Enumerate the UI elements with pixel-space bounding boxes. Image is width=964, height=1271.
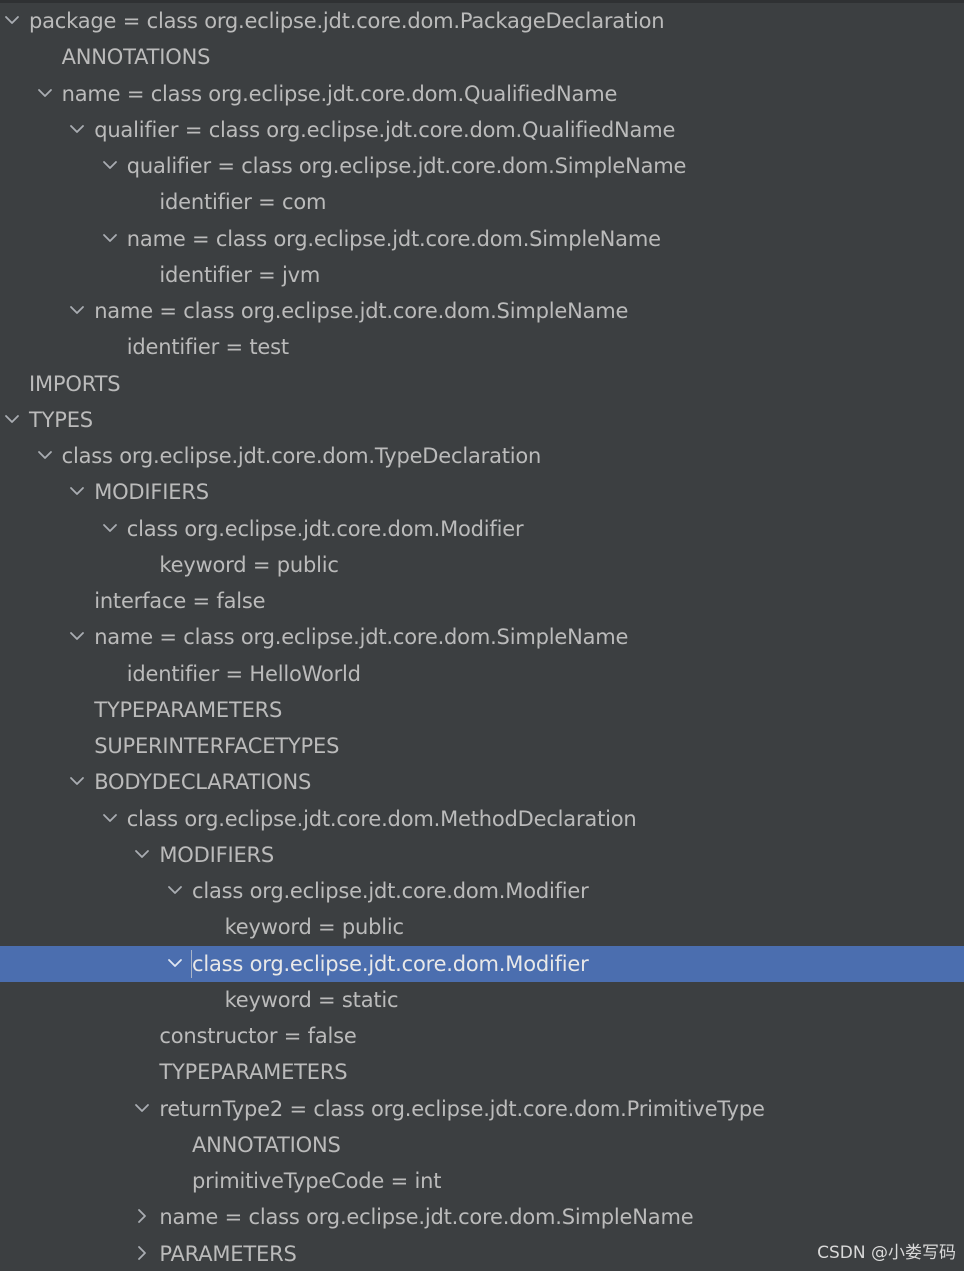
- tree-row[interactable]: keyword = public: [0, 909, 964, 945]
- tree-node-label: primitiveTypeCode = int: [192, 1169, 442, 1193]
- chevron-down-icon[interactable]: [167, 882, 183, 898]
- tree-node-label: TYPEPARAMETERS: [94, 697, 283, 722]
- tree-node-label: name = class org.eclipse.jdt.core.dom.Si…: [126, 226, 661, 251]
- tree-node-label: identifier = test: [126, 335, 289, 360]
- tree-row[interactable]: primitiveTypeCode = int: [0, 1163, 964, 1199]
- tree-row[interactable]: qualifier = class org.eclipse.jdt.core.d…: [0, 112, 964, 148]
- tree-node-label: keyword = public: [159, 552, 339, 577]
- tree-node-label: keyword = static: [224, 987, 399, 1012]
- chevron-down-icon[interactable]: [37, 447, 53, 463]
- tree-row[interactable]: constructor = false: [0, 1018, 964, 1054]
- chevron-down-icon[interactable]: [69, 773, 85, 789]
- chevron-down-icon[interactable]: [134, 1100, 150, 1116]
- chevron-down-icon[interactable]: [69, 483, 85, 499]
- tree-node-label: returnType2 = class org.eclipse.jdt.core…: [159, 1096, 765, 1121]
- tree-node-label: class org.eclipse.jdt.core.dom.MethodDec…: [126, 806, 637, 831]
- tree-row[interactable]: identifier = test: [0, 329, 964, 365]
- tree-node-label: interface = false: [94, 589, 266, 613]
- tree-node-label: qualifier = class org.eclipse.jdt.core.d…: [94, 117, 676, 142]
- tree-row[interactable]: BODYDECLARATIONS: [0, 764, 964, 800]
- tree-node-label: class org.eclipse.jdt.core.dom.Modifier: [126, 516, 524, 541]
- tree-row[interactable]: identifier = HelloWorld: [0, 656, 964, 692]
- chevron-down-icon[interactable]: [102, 520, 118, 536]
- tree-node-label: keyword = public: [224, 915, 405, 940]
- tree-row[interactable]: identifier = com: [0, 184, 964, 220]
- tree-node-label: IMPORTS: [29, 371, 121, 396]
- tree-row[interactable]: name = class org.eclipse.jdt.core.dom.Si…: [0, 221, 964, 257]
- tree-node-label: TYPEPARAMETERS: [159, 1060, 348, 1085]
- tree-node-label: MODIFIERS: [94, 480, 209, 505]
- ast-tree-view[interactable]: package = class org.eclipse.jdt.core.dom…: [0, 3, 964, 1271]
- tree-row[interactable]: class org.eclipse.jdt.core.dom.Modifier: [0, 511, 964, 547]
- chevron-down-icon[interactable]: [102, 157, 118, 173]
- tree-row[interactable]: returnType2 = class org.eclipse.jdt.core…: [0, 1091, 964, 1127]
- tree-row[interactable]: name = class org.eclipse.jdt.core.dom.Qu…: [0, 76, 964, 112]
- tree-node-label: name = class org.eclipse.jdt.core.dom.Si…: [94, 299, 629, 323]
- chevron-down-icon[interactable]: [69, 302, 85, 318]
- tree-node-label: class org.eclipse.jdt.core.dom.Modifier: [192, 879, 589, 903]
- tree-node-label: MODIFIERS: [159, 842, 275, 867]
- chevron-down-icon[interactable]: [102, 810, 118, 826]
- tree-row[interactable]: class org.eclipse.jdt.core.dom.MethodDec…: [0, 801, 964, 837]
- tree-row[interactable]: MODIFIERS: [0, 474, 964, 510]
- tree-row[interactable]: TYPEPARAMETERS: [0, 1054, 964, 1090]
- tree-row[interactable]: qualifier = class org.eclipse.jdt.core.d…: [0, 148, 964, 184]
- csdn-watermark: CSDN @小娄写码: [817, 1243, 956, 1263]
- tree-row[interactable]: name = class org.eclipse.jdt.core.dom.Si…: [0, 293, 964, 329]
- tree-row[interactable]: class org.eclipse.jdt.core.dom.TypeDecla…: [0, 438, 964, 474]
- tree-row[interactable]: package = class org.eclipse.jdt.core.dom…: [0, 3, 964, 39]
- tree-node-label: TYPES: [29, 407, 93, 432]
- tree-row[interactable]: MODIFIERS: [0, 837, 964, 873]
- tree-row-selected[interactable]: class org.eclipse.jdt.core.dom.Modifier: [0, 945, 964, 982]
- chevron-right-icon[interactable]: [134, 1208, 150, 1224]
- tree-row[interactable]: identifier = jvm: [0, 257, 964, 293]
- chevron-down-icon[interactable]: [69, 121, 85, 137]
- chevron-down-icon[interactable]: [167, 955, 183, 971]
- tree-row[interactable]: TYPES: [0, 402, 964, 438]
- tree-node-label: constructor = false: [159, 1024, 357, 1048]
- tree-row[interactable]: ANNOTATIONS: [0, 1127, 964, 1163]
- tree-node-label: class org.eclipse.jdt.core.dom.TypeDecla…: [61, 444, 542, 468]
- tree-row[interactable]: interface = false: [0, 583, 964, 619]
- chevron-down-icon[interactable]: [102, 230, 118, 246]
- tree-node-label: package = class org.eclipse.jdt.core.dom…: [29, 9, 665, 33]
- chevron-down-icon[interactable]: [4, 411, 20, 427]
- tree-row[interactable]: keyword = public: [0, 547, 964, 583]
- tree-row[interactable]: IMPORTS: [0, 366, 964, 402]
- tree-node-label: SUPERINTERFACETYPES: [94, 734, 340, 758]
- chevron-down-icon[interactable]: [69, 628, 85, 644]
- tree-row[interactable]: name = class org.eclipse.jdt.core.dom.Si…: [0, 619, 964, 655]
- chevron-down-icon[interactable]: [134, 846, 150, 862]
- tree-node-label: class org.eclipse.jdt.core.dom.Modifier: [192, 951, 589, 976]
- tree-row[interactable]: ANNOTATIONS: [0, 39, 964, 75]
- tree-row[interactable]: TYPEPARAMETERS: [0, 692, 964, 728]
- tree-node-label: name = class org.eclipse.jdt.core.dom.Qu…: [61, 81, 618, 106]
- tree-node-label: name = class org.eclipse.jdt.core.dom.Si…: [94, 625, 629, 650]
- tree-node-label: BODYDECLARATIONS: [94, 770, 312, 795]
- tree-row[interactable]: SUPERINTERFACETYPES: [0, 728, 964, 764]
- tree-row[interactable]: name = class org.eclipse.jdt.core.dom.Si…: [0, 1199, 964, 1235]
- tree-node-label: qualifier = class org.eclipse.jdt.core.d…: [126, 154, 687, 178]
- tree-node-label: PARAMETERS: [159, 1241, 297, 1266]
- tree-row[interactable]: class org.eclipse.jdt.core.dom.Modifier: [0, 873, 964, 909]
- tree-node-label: identifier = HelloWorld: [126, 661, 361, 686]
- tree-node-label: ANNOTATIONS: [192, 1132, 341, 1157]
- chevron-down-icon[interactable]: [4, 12, 20, 28]
- tree-node-label: ANNOTATIONS: [61, 45, 211, 70]
- tree-node-label: name = class org.eclipse.jdt.core.dom.Si…: [159, 1205, 694, 1230]
- tree-node-label: identifier = com: [159, 190, 327, 215]
- tree-node-label: identifier = jvm: [159, 262, 321, 287]
- tree-row[interactable]: keyword = static: [0, 982, 964, 1018]
- chevron-down-icon[interactable]: [37, 85, 53, 101]
- chevron-right-icon[interactable]: [134, 1245, 150, 1261]
